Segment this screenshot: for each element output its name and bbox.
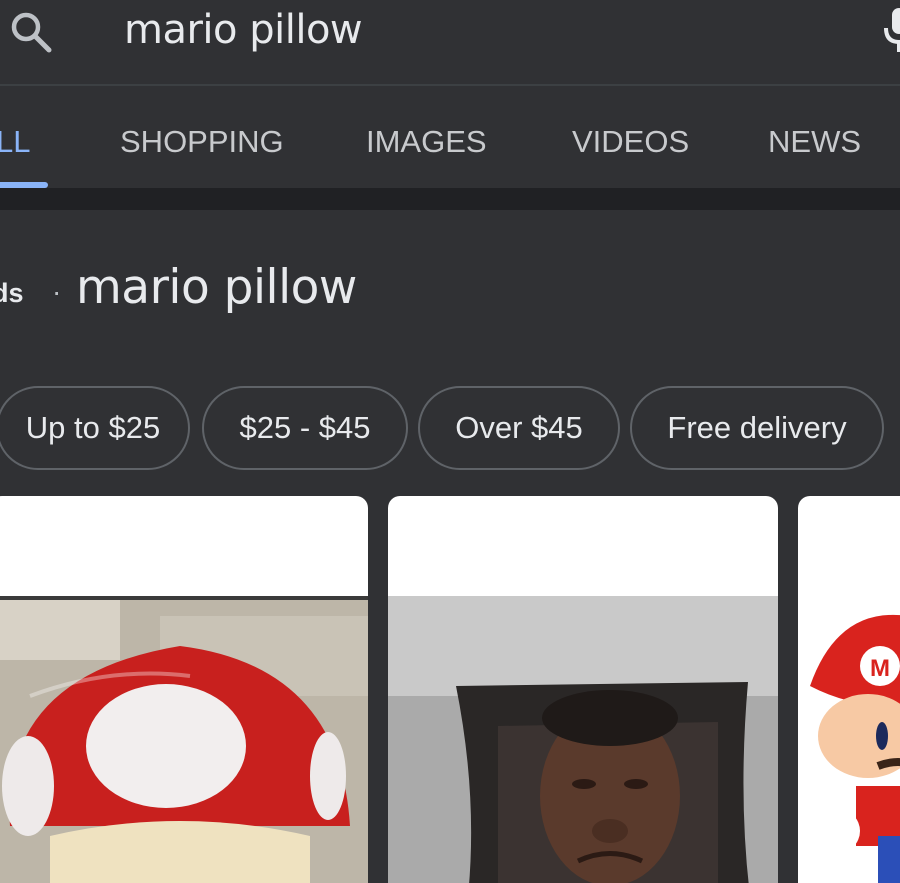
search-input[interactable]: mario pillow: [124, 4, 363, 56]
mario-plush-image: M: [810, 614, 900, 883]
divider: [0, 188, 900, 210]
ads-separator: ·: [52, 276, 62, 307]
tab-all[interactable]: LL: [0, 122, 30, 162]
chip-up-to-25[interactable]: Up to $25: [0, 386, 190, 470]
product-card[interactable]: [388, 496, 778, 883]
mushroom-pillow-image: [0, 596, 368, 883]
tab-images[interactable]: IMAGES: [366, 122, 487, 162]
chip-over-45[interactable]: Over $45: [418, 386, 620, 470]
search-tabs: LL SHOPPING IMAGES VIDEOS NEWS: [0, 88, 900, 190]
face-pillow-image: [388, 596, 778, 883]
search-bar[interactable]: mario pillow: [0, 0, 900, 86]
tab-videos[interactable]: VIDEOS: [572, 122, 689, 162]
chip-free-delivery[interactable]: Free delivery: [630, 386, 884, 470]
product-card[interactable]: [0, 496, 368, 883]
tab-news[interactable]: NEWS: [768, 122, 861, 162]
mic-icon[interactable]: [878, 4, 900, 54]
chip-25-45[interactable]: $25 - $45: [202, 386, 408, 470]
search-icon[interactable]: [4, 6, 56, 58]
svg-text:M: M: [870, 655, 890, 682]
ads-title: mario pillow: [76, 260, 357, 315]
tab-shopping[interactable]: SHOPPING: [120, 122, 284, 162]
product-card[interactable]: M: [798, 496, 900, 883]
ads-label: ds: [0, 278, 24, 308]
